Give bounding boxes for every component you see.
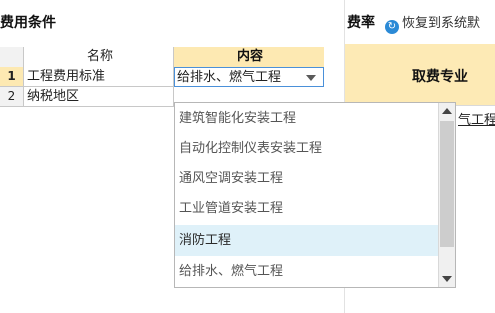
dropdown-item[interactable]: 建筑智能化安装工程 bbox=[175, 103, 438, 134]
restore-default-label: 恢复到系统默 bbox=[402, 16, 481, 31]
fee-conditions-title: 费用条件 bbox=[0, 15, 56, 31]
row-name-cell[interactable]: 纳税地区 bbox=[24, 87, 174, 107]
arrow-down-icon[interactable] bbox=[439, 270, 455, 287]
row-index-header bbox=[0, 47, 24, 67]
row-name-cell[interactable]: 工程费用标准 bbox=[24, 67, 174, 87]
row-index: 1 bbox=[0, 67, 24, 87]
dropdown-item[interactable]: 自动化控制仪表安装工程 bbox=[175, 133, 438, 164]
fee-settings-window: 费用条件 名称 内容 1 工程费用标准 给排水、燃气工程 2 纳税地区 费率 ↻… bbox=[0, 0, 495, 313]
chevron-down-icon[interactable] bbox=[306, 75, 316, 81]
refresh-icon: ↻ bbox=[385, 20, 399, 34]
table-header-row: 名称 内容 bbox=[0, 47, 324, 67]
fee-major-header-label: 取费专业 bbox=[412, 69, 468, 85]
dropdown-item[interactable]: 通风空调安装工程 bbox=[175, 163, 438, 194]
dropdown-item-selected[interactable]: 消防工程 bbox=[175, 225, 438, 256]
row-index: 2 bbox=[0, 87, 24, 107]
restore-default-button[interactable]: ↻ 恢复到系统默 bbox=[385, 12, 480, 34]
fee-major-column-header: 取费专业 bbox=[345, 44, 495, 106]
selected-value: 给排水、燃气工程 bbox=[177, 70, 282, 85]
arrow-up-icon[interactable] bbox=[439, 103, 455, 120]
scrollbar-thumb[interactable] bbox=[440, 121, 454, 247]
fee-rate-title: 费率 bbox=[347, 15, 375, 31]
column-header-content[interactable]: 内容 bbox=[174, 47, 324, 67]
fee-standard-dropdown-list[interactable]: 建筑智能化安装工程 自动化控制仪表安装工程 通风空调安装工程 工业管道安装工程 … bbox=[174, 102, 456, 288]
fee-standard-select[interactable]: 给排水、燃气工程 bbox=[174, 67, 324, 87]
fee-major-cell[interactable]: 气工程 bbox=[458, 109, 495, 128]
dropdown-item[interactable]: 工业管道安装工程 bbox=[175, 193, 438, 224]
dropdown-item[interactable]: 给排水、燃气工程 bbox=[175, 256, 438, 287]
column-header-name[interactable]: 名称 bbox=[24, 47, 174, 67]
dropdown-scrollbar[interactable] bbox=[438, 103, 455, 287]
table-row[interactable]: 1 工程费用标准 给排水、燃气工程 bbox=[0, 67, 324, 87]
